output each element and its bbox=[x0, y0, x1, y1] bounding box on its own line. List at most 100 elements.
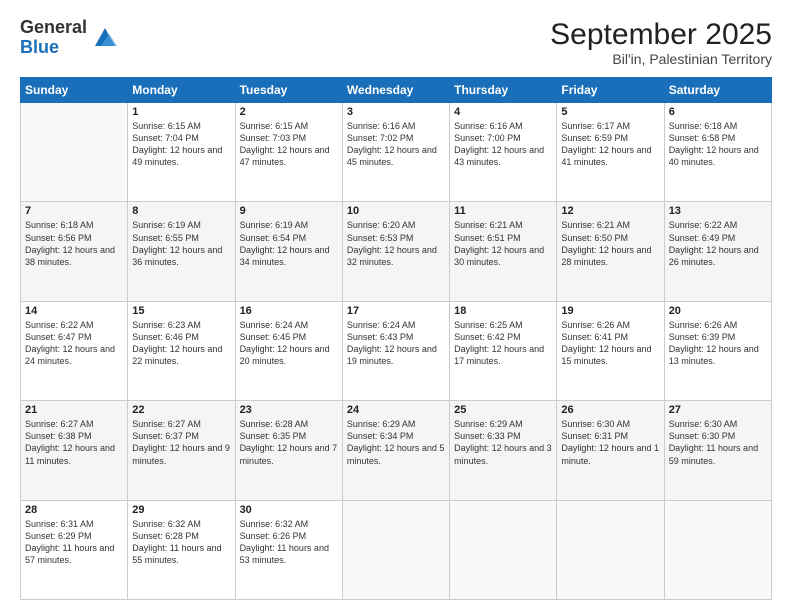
calendar-cell: 11 Sunrise: 6:21 AM Sunset: 6:51 PM Dayli… bbox=[450, 202, 557, 301]
calendar-cell: 26 Sunrise: 6:30 AM Sunset: 6:31 PM Dayli… bbox=[557, 401, 664, 500]
calendar-week-row: 28 Sunrise: 6:31 AM Sunset: 6:29 PM Dayli… bbox=[21, 500, 772, 599]
cell-sun-info: Sunrise: 6:30 AM Sunset: 6:31 PM Dayligh… bbox=[561, 418, 659, 467]
day-number: 15 bbox=[132, 305, 230, 317]
logo-text: General Blue bbox=[20, 18, 87, 58]
cell-sun-info: Sunrise: 6:29 AM Sunset: 6:33 PM Dayligh… bbox=[454, 418, 552, 467]
day-number: 26 bbox=[561, 404, 659, 416]
page: General Blue September 2025 Bil'in, Pale… bbox=[0, 0, 792, 612]
cell-sun-info: Sunrise: 6:22 AM Sunset: 6:49 PM Dayligh… bbox=[669, 219, 767, 268]
cell-sun-info: Sunrise: 6:17 AM Sunset: 6:59 PM Dayligh… bbox=[561, 120, 659, 169]
calendar-cell: 17 Sunrise: 6:24 AM Sunset: 6:43 PM Dayli… bbox=[342, 301, 449, 400]
day-number: 13 bbox=[669, 205, 767, 217]
day-number: 10 bbox=[347, 205, 445, 217]
calendar-cell: 7Sunrise: 6:18 AM Sunset: 6:56 PM Daylig… bbox=[21, 202, 128, 301]
day-number: 16 bbox=[240, 305, 338, 317]
cell-sun-info: Sunrise: 6:32 AM Sunset: 6:28 PM Dayligh… bbox=[132, 518, 230, 567]
calendar-cell: 29 Sunrise: 6:32 AM Sunset: 6:28 PM Dayli… bbox=[128, 500, 235, 599]
day-number: 29 bbox=[132, 504, 230, 516]
day-number: 7 bbox=[25, 205, 123, 217]
day-number: 25 bbox=[454, 404, 552, 416]
logo-icon bbox=[91, 24, 119, 52]
calendar-cell: 23 Sunrise: 6:28 AM Sunset: 6:35 PM Dayli… bbox=[235, 401, 342, 500]
calendar-cell: 4 Sunrise: 6:16 AM Sunset: 7:00 PM Daylig… bbox=[450, 103, 557, 202]
col-monday: Monday bbox=[128, 78, 235, 103]
day-number: 23 bbox=[240, 404, 338, 416]
calendar-cell: 5 Sunrise: 6:17 AM Sunset: 6:59 PM Daylig… bbox=[557, 103, 664, 202]
calendar-cell: 24 Sunrise: 6:29 AM Sunset: 6:34 PM Dayli… bbox=[342, 401, 449, 500]
col-sunday: Sunday bbox=[21, 78, 128, 103]
calendar-cell: 15 Sunrise: 6:23 AM Sunset: 6:46 PM Dayli… bbox=[128, 301, 235, 400]
cell-sun-info: Sunrise: 6:31 AM Sunset: 6:29 PM Dayligh… bbox=[25, 518, 123, 567]
day-number: 14 bbox=[25, 305, 123, 317]
cell-sun-info: Sunrise: 6:30 AM Sunset: 6:30 PM Dayligh… bbox=[669, 418, 767, 467]
calendar-cell: 12Sunrise: 6:21 AM Sunset: 6:50 PM Dayli… bbox=[557, 202, 664, 301]
cell-sun-info: Sunrise: 6:21 AM Sunset: 6:50 PM Dayligh… bbox=[561, 219, 659, 268]
location: Bil'in, Palestinian Territory bbox=[550, 51, 772, 67]
col-friday: Friday bbox=[557, 78, 664, 103]
calendar-cell: 1Sunrise: 6:15 AM Sunset: 7:04 PM Daylig… bbox=[128, 103, 235, 202]
cell-sun-info: Sunrise: 6:16 AM Sunset: 7:02 PM Dayligh… bbox=[347, 120, 445, 169]
col-tuesday: Tuesday bbox=[235, 78, 342, 103]
cell-sun-info: Sunrise: 6:16 AM Sunset: 7:00 PM Dayligh… bbox=[454, 120, 552, 169]
calendar-cell bbox=[450, 500, 557, 599]
day-number: 8 bbox=[132, 205, 230, 217]
calendar-cell: 8 Sunrise: 6:19 AM Sunset: 6:55 PM Daylig… bbox=[128, 202, 235, 301]
day-number: 11 bbox=[454, 205, 552, 217]
cell-sun-info: Sunrise: 6:19 AM Sunset: 6:55 PM Dayligh… bbox=[132, 219, 230, 268]
calendar-cell: 21Sunrise: 6:27 AM Sunset: 6:38 PM Dayli… bbox=[21, 401, 128, 500]
day-number: 28 bbox=[25, 504, 123, 516]
cell-sun-info: Sunrise: 6:23 AM Sunset: 6:46 PM Dayligh… bbox=[132, 319, 230, 368]
day-number: 5 bbox=[561, 106, 659, 118]
calendar-cell: 3 Sunrise: 6:16 AM Sunset: 7:02 PM Daylig… bbox=[342, 103, 449, 202]
day-number: 22 bbox=[132, 404, 230, 416]
cell-sun-info: Sunrise: 6:28 AM Sunset: 6:35 PM Dayligh… bbox=[240, 418, 338, 467]
logo-blue: Blue bbox=[20, 38, 87, 58]
cell-sun-info: Sunrise: 6:32 AM Sunset: 6:26 PM Dayligh… bbox=[240, 518, 338, 567]
day-number: 2 bbox=[240, 106, 338, 118]
calendar-cell: 20Sunrise: 6:26 AM Sunset: 6:39 PM Dayli… bbox=[664, 301, 771, 400]
cell-sun-info: Sunrise: 6:22 AM Sunset: 6:47 PM Dayligh… bbox=[25, 319, 123, 368]
day-number: 17 bbox=[347, 305, 445, 317]
calendar-week-row: 14 Sunrise: 6:22 AM Sunset: 6:47 PM Dayli… bbox=[21, 301, 772, 400]
day-number: 30 bbox=[240, 504, 338, 516]
day-number: 19 bbox=[561, 305, 659, 317]
calendar-cell bbox=[342, 500, 449, 599]
cell-sun-info: Sunrise: 6:24 AM Sunset: 6:43 PM Dayligh… bbox=[347, 319, 445, 368]
cell-sun-info: Sunrise: 6:20 AM Sunset: 6:53 PM Dayligh… bbox=[347, 219, 445, 268]
cell-sun-info: Sunrise: 6:27 AM Sunset: 6:37 PM Dayligh… bbox=[132, 418, 230, 467]
calendar-cell: 28 Sunrise: 6:31 AM Sunset: 6:29 PM Dayli… bbox=[21, 500, 128, 599]
calendar-cell: 19 Sunrise: 6:26 AM Sunset: 6:41 PM Dayli… bbox=[557, 301, 664, 400]
col-saturday: Saturday bbox=[664, 78, 771, 103]
calendar-cell: 18Sunrise: 6:25 AM Sunset: 6:42 PM Dayli… bbox=[450, 301, 557, 400]
day-number: 24 bbox=[347, 404, 445, 416]
calendar-week-row: 7Sunrise: 6:18 AM Sunset: 6:56 PM Daylig… bbox=[21, 202, 772, 301]
calendar-cell: 27 Sunrise: 6:30 AM Sunset: 6:30 PM Dayli… bbox=[664, 401, 771, 500]
calendar-week-row: 1Sunrise: 6:15 AM Sunset: 7:04 PM Daylig… bbox=[21, 103, 772, 202]
day-number: 3 bbox=[347, 106, 445, 118]
calendar-cell bbox=[557, 500, 664, 599]
day-number: 6 bbox=[669, 106, 767, 118]
logo: General Blue bbox=[20, 18, 119, 58]
calendar-cell: 14 Sunrise: 6:22 AM Sunset: 6:47 PM Dayli… bbox=[21, 301, 128, 400]
calendar-week-row: 21Sunrise: 6:27 AM Sunset: 6:38 PM Dayli… bbox=[21, 401, 772, 500]
cell-sun-info: Sunrise: 6:24 AM Sunset: 6:45 PM Dayligh… bbox=[240, 319, 338, 368]
day-number: 9 bbox=[240, 205, 338, 217]
calendar-cell: 6Sunrise: 6:18 AM Sunset: 6:58 PM Daylig… bbox=[664, 103, 771, 202]
calendar-cell bbox=[664, 500, 771, 599]
month-title: September 2025 bbox=[550, 18, 772, 51]
cell-sun-info: Sunrise: 6:29 AM Sunset: 6:34 PM Dayligh… bbox=[347, 418, 445, 467]
header: General Blue September 2025 Bil'in, Pale… bbox=[20, 18, 772, 67]
cell-sun-info: Sunrise: 6:19 AM Sunset: 6:54 PM Dayligh… bbox=[240, 219, 338, 268]
calendar-cell: 25 Sunrise: 6:29 AM Sunset: 6:33 PM Dayli… bbox=[450, 401, 557, 500]
cell-sun-info: Sunrise: 6:25 AM Sunset: 6:42 PM Dayligh… bbox=[454, 319, 552, 368]
calendar-cell: 16 Sunrise: 6:24 AM Sunset: 6:45 PM Dayli… bbox=[235, 301, 342, 400]
cell-sun-info: Sunrise: 6:26 AM Sunset: 6:41 PM Dayligh… bbox=[561, 319, 659, 368]
calendar-cell: 30 Sunrise: 6:32 AM Sunset: 6:26 PM Dayli… bbox=[235, 500, 342, 599]
cell-sun-info: Sunrise: 6:15 AM Sunset: 7:03 PM Dayligh… bbox=[240, 120, 338, 169]
cell-sun-info: Sunrise: 6:21 AM Sunset: 6:51 PM Dayligh… bbox=[454, 219, 552, 268]
day-number: 4 bbox=[454, 106, 552, 118]
calendar-cell: 9 Sunrise: 6:19 AM Sunset: 6:54 PM Daylig… bbox=[235, 202, 342, 301]
day-number: 21 bbox=[25, 404, 123, 416]
calendar-cell: 10 Sunrise: 6:20 AM Sunset: 6:53 PM Dayli… bbox=[342, 202, 449, 301]
day-number: 27 bbox=[669, 404, 767, 416]
